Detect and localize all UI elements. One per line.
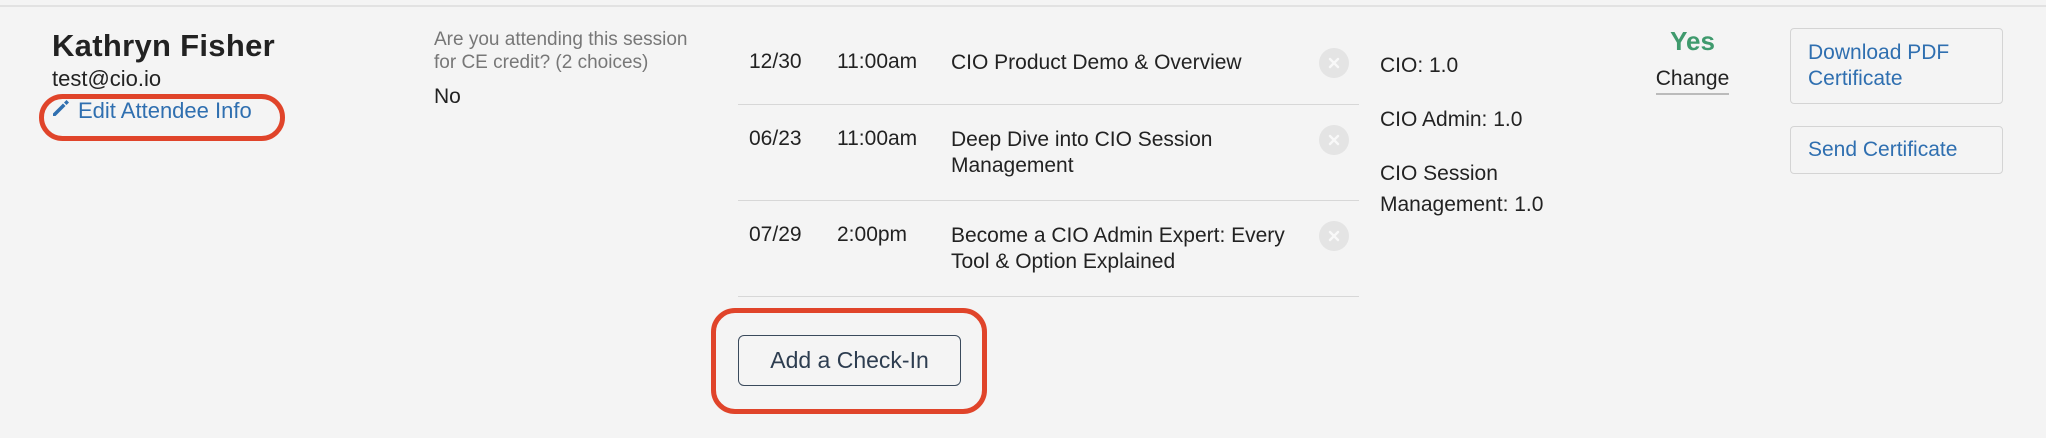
session-date: 06/23 xyxy=(749,127,802,150)
session-time: 11:00am xyxy=(837,50,918,73)
session-row: 06/23 11:00am Deep Dive into CIO Session… xyxy=(738,105,1359,201)
credit-item: CIO Session Management: 1.0 xyxy=(1380,162,1544,216)
ce-credit-question: Are you attending this session for CE cr… xyxy=(434,28,694,109)
edit-highlight-annotation xyxy=(39,94,285,141)
question-answer: No xyxy=(434,85,461,108)
remove-checkin-icon[interactable] xyxy=(1319,221,1349,251)
session-time: 11:00am xyxy=(837,127,918,150)
credits-list: CIO: 1.0 CIO Admin: 1.0 CIO Session Mana… xyxy=(1380,50,1590,243)
session-date: 07/29 xyxy=(749,223,802,246)
credit-item: CIO Admin: 1.0 xyxy=(1380,108,1523,131)
session-date: 12/30 xyxy=(749,50,802,73)
session-checkins-table: 12/30 11:00am CIO Product Demo & Overvie… xyxy=(738,28,1359,297)
session-title: CIO Product Demo & Overview xyxy=(951,51,1242,74)
attendee-email: test@cio.io xyxy=(52,66,162,91)
session-title: Become a CIO Admin Expert: Every Tool & … xyxy=(951,224,1285,273)
attendee-info: Kathryn Fisher test@cio.io Edit Attendee… xyxy=(52,28,392,123)
attendee-name: Kathryn Fisher xyxy=(52,28,275,63)
session-row: 07/29 2:00pm Become a CIO Admin Expert: … xyxy=(738,201,1359,297)
add-checkin-highlight-annotation xyxy=(711,308,987,414)
download-pdf-certificate-button[interactable]: Download PDF Certificate xyxy=(1790,28,2003,104)
top-divider xyxy=(0,5,2046,7)
certificate-actions: Download PDF Certificate Send Certificat… xyxy=(1790,28,2003,174)
question-text: Are you attending this session for CE cr… xyxy=(434,29,688,73)
remove-checkin-icon[interactable] xyxy=(1319,48,1349,78)
status-value: Yes xyxy=(1670,26,1715,56)
change-status-link[interactable]: Change xyxy=(1655,67,1730,95)
session-row: 12/30 11:00am CIO Product Demo & Overvie… xyxy=(738,28,1359,105)
certificate-status: Yes Change xyxy=(1630,26,1755,95)
remove-checkin-icon[interactable] xyxy=(1319,125,1349,155)
session-title: Deep Dive into CIO Session Management xyxy=(951,128,1213,177)
credit-item: CIO: 1.0 xyxy=(1380,54,1459,77)
send-certificate-button[interactable]: Send Certificate xyxy=(1790,126,2003,174)
session-time: 2:00pm xyxy=(837,223,908,246)
